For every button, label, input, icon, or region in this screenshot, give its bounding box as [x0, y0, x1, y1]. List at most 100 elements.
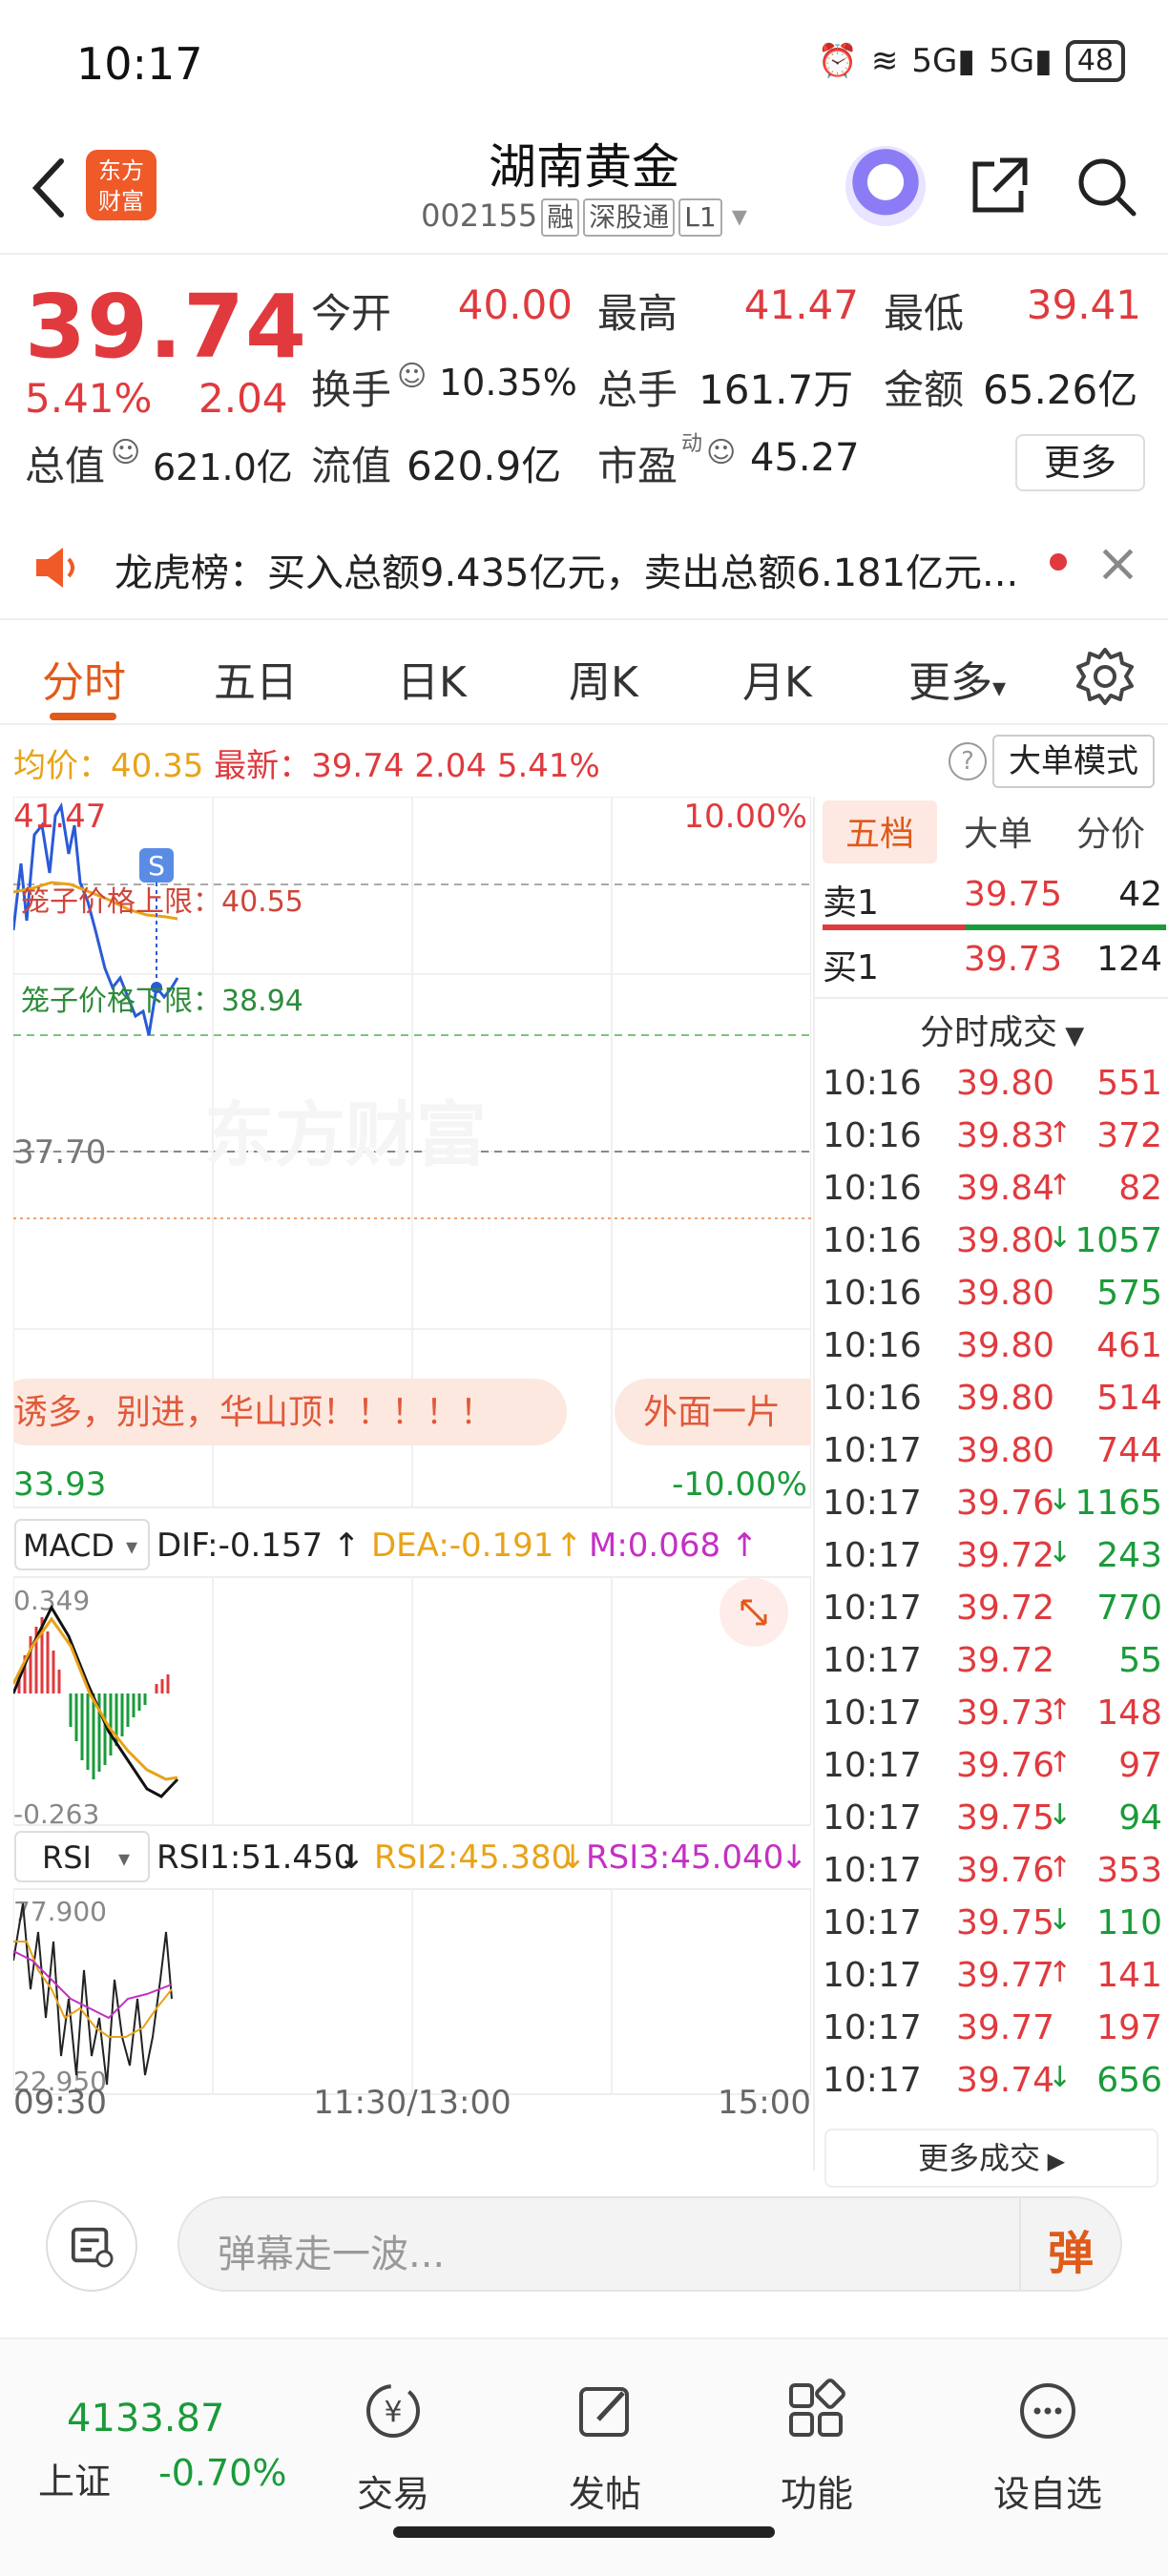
- tag-margin: 融: [541, 198, 580, 237]
- nav-post-label: 发帖: [568, 2473, 641, 2515]
- assistant-robot-icon[interactable]: [845, 146, 926, 226]
- macd-bottom-label: -0.263: [13, 1798, 99, 1830]
- trade-volume: 82: [1118, 1169, 1162, 1208]
- trade-price: 39.75: [956, 1798, 1055, 1838]
- trade-price: 39.80: [956, 1379, 1055, 1418]
- trade-price: 39.83: [956, 1116, 1055, 1155]
- trades-title-label: 分时成交: [920, 1013, 1058, 1052]
- grid-icon: [789, 2379, 845, 2437]
- index-name[interactable]: 上证: [38, 2452, 111, 2504]
- rsi3-arrow: ↓: [781, 1839, 808, 1877]
- trade-volume: 148: [1096, 1693, 1162, 1733]
- nav-add-watchlist[interactable]: 设自选: [962, 2378, 1134, 2517]
- macd-selector[interactable]: MACD: [23, 1527, 115, 1564]
- notice-bar[interactable]: 龙虎榜：买入总额9.435亿元，卖出总额6.181亿元... ×: [0, 515, 1168, 620]
- chevron-down-icon: ▼: [1057, 1022, 1085, 1050]
- chart-tabs: 分时 五日 日K 周K 月K 更多▾: [0, 625, 1168, 725]
- tab-intraday[interactable]: 分时: [42, 648, 126, 709]
- nav-functions[interactable]: 功能: [731, 2378, 903, 2517]
- trades-title[interactable]: 分时成交 ▼: [920, 1005, 1084, 1054]
- nav-trade[interactable]: ¥ 交易: [307, 2378, 479, 2517]
- trade-arrow: ↓: [1048, 1536, 1073, 1569]
- trade-volume: 656: [1096, 2061, 1162, 2100]
- intraday-chart[interactable]: S 东方财富 41.47 10.00% 笼子价格上限：40.55 笼子价格下限：…: [0, 796, 844, 2122]
- header: 东方 财富 湖南黄金 002155 融深股通 L1 ▾: [0, 129, 1168, 255]
- trade-volume: 514: [1096, 1379, 1162, 1418]
- divider: [1019, 2198, 1021, 2290]
- chevron-right-icon: ▶: [1039, 2148, 1066, 2174]
- tab-more[interactable]: 更多▾: [908, 648, 1006, 709]
- trade-row: 10:17 39.76 ↑ 97: [823, 1746, 1166, 1798]
- trade-volume: 353: [1096, 1851, 1162, 1890]
- danmu-settings-icon[interactable]: [46, 2200, 137, 2292]
- trade-volume: 770: [1096, 1589, 1162, 1628]
- trade-volume: 1057: [1074, 1221, 1162, 1260]
- latest-change: 2.04: [414, 747, 488, 785]
- trade-row: 10:16 39.80 575: [823, 1274, 1166, 1326]
- trade-volume: 575: [1096, 1274, 1162, 1313]
- danmu-bubble-1: 诱多，别进，华山顶！！！！！: [13, 1393, 494, 1432]
- more-button[interactable]: 更多: [1015, 434, 1145, 491]
- trade-volume: 243: [1096, 1536, 1162, 1575]
- trade-time: 10:16: [823, 1169, 922, 1208]
- sell1-volume: 42: [1118, 875, 1162, 914]
- tab-monthly-k[interactable]: 月K: [742, 648, 812, 709]
- quote-panel: 39.74 5.41% 2.04 今开 40.00 最高 41.47 最低 39…: [0, 257, 1168, 495]
- rsi-selector[interactable]: RSI: [42, 1839, 92, 1876]
- trade-row: 10:17 39.75 ↓ 94: [823, 1798, 1166, 1851]
- trade-price: 39.73: [956, 1693, 1055, 1733]
- macd-m-arrow: ↑: [731, 1527, 759, 1565]
- tab-daily-k[interactable]: 日K: [397, 648, 467, 709]
- home-indicator[interactable]: [393, 2526, 775, 2538]
- trade-row: 10:17 39.76 ↓ 1165: [823, 1484, 1166, 1536]
- macd-dropdown-icon[interactable]: ▾: [126, 1533, 137, 1560]
- status-icons: ⏰ ≋ 5G▮ 5G▮ 48: [818, 40, 1125, 82]
- tab-five-day[interactable]: 五日: [214, 648, 298, 709]
- stat-label-amount: 金额: [884, 366, 965, 413]
- buy1-volume: 124: [1096, 940, 1162, 979]
- stat-label-pe: 市盈: [597, 443, 678, 489]
- stat-label-float-cap: 流值: [311, 443, 392, 489]
- settings-gear-icon[interactable]: [1074, 646, 1136, 707]
- subtab-price-dist[interactable]: 分价: [1076, 806, 1145, 856]
- stat-value-amount: 65.26亿: [983, 366, 1138, 413]
- danmu-send-button[interactable]: 弹: [1048, 2215, 1094, 2282]
- big-order-mode-button[interactable]: 大单模式: [992, 735, 1155, 788]
- help-icon[interactable]: ?: [949, 742, 987, 780]
- trade-volume: 372: [1096, 1116, 1162, 1155]
- trade-time: 10:17: [823, 1589, 922, 1628]
- rsi-dropdown-icon[interactable]: ▾: [118, 1845, 130, 1872]
- order-book-panel: 五档 大单 分价 卖1 39.75 42 买1 39.73 124 分时成交 ▼…: [813, 797, 1168, 2188]
- subtab-big-orders[interactable]: 大单: [964, 806, 1032, 856]
- index-value[interactable]: 4133.87: [67, 2397, 224, 2441]
- tab-weekly-k[interactable]: 周K: [569, 648, 638, 709]
- trade-row: 10:16 39.80 ↓ 1057: [823, 1221, 1166, 1274]
- trade-time: 10:17: [823, 1431, 922, 1470]
- trade-time: 10:16: [823, 1379, 922, 1418]
- bottom-pct-label: -10.00%: [672, 1465, 807, 1504]
- danmu-input[interactable]: 弹幕走一波... 弹: [177, 2196, 1122, 2292]
- chevron-down-icon[interactable]: ▾: [732, 197, 747, 234]
- info-circle-icon[interactable]: ☺: [397, 360, 427, 393]
- latest-label: 最新：: [214, 747, 312, 785]
- subtab-five-levels[interactable]: 五档: [845, 806, 914, 856]
- close-icon[interactable]: ×: [1095, 532, 1140, 594]
- info-circle-icon[interactable]: ☺: [706, 436, 736, 469]
- sell1-price: 39.75: [964, 875, 1063, 914]
- tag-connect: 深股通: [583, 198, 676, 237]
- share-icon[interactable]: [966, 153, 1032, 219]
- info-circle-icon[interactable]: ☺: [111, 436, 140, 469]
- trade-price: 39.76: [956, 1851, 1055, 1890]
- search-icon[interactable]: [1073, 153, 1139, 219]
- stock-code: 002155: [421, 197, 538, 234]
- index-change[interactable]: -0.70%: [158, 2452, 286, 2494]
- change-percent: 5.41%: [25, 375, 153, 422]
- trade-row: 10:16 39.80 461: [823, 1326, 1166, 1379]
- trade-volume: 97: [1118, 1746, 1162, 1785]
- trade-price: 39.77: [956, 1956, 1055, 1995]
- stat-value-low: 39.41: [1026, 281, 1141, 328]
- nav-post[interactable]: 发帖: [519, 2378, 691, 2517]
- signal-icon-2: 5G▮: [989, 42, 1053, 80]
- alarm-icon: ⏰: [817, 42, 858, 80]
- active-tab-indicator: [50, 713, 116, 720]
